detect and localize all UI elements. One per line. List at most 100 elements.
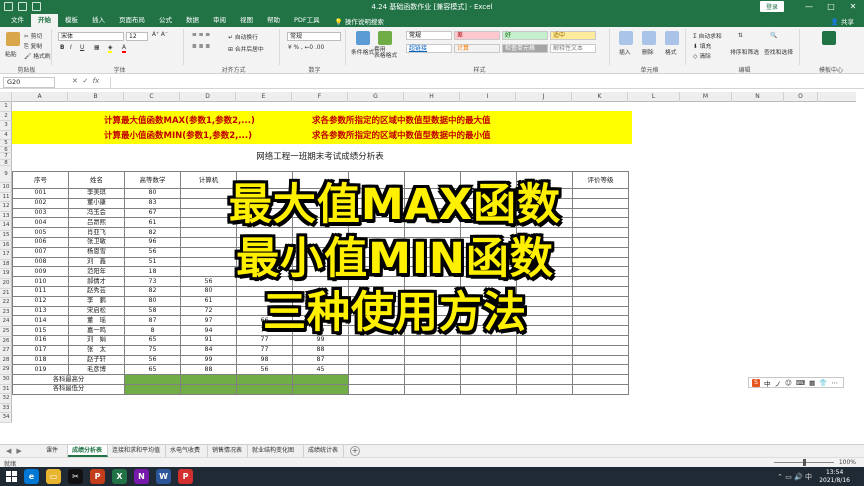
row-header-17[interactable]: 17 (0, 250, 12, 260)
row-header-29[interactable]: 29 (0, 365, 12, 375)
tab-page-layout[interactable]: 页面布局 (112, 14, 152, 27)
table-cell[interactable]: 8 (124, 325, 181, 336)
table-cell[interactable]: 80 (124, 188, 181, 199)
pdf-app-icon[interactable]: P (178, 469, 193, 484)
tab-formulas[interactable]: 公式 (152, 14, 179, 27)
select-all-corner[interactable] (0, 92, 12, 102)
table-cell[interactable]: 毛彦博 (68, 364, 125, 376)
table-cell[interactable]: 45 (292, 364, 349, 376)
table-cell[interactable]: 77 (236, 344, 293, 356)
cancel-icon[interactable]: ✕ (72, 77, 78, 85)
format-as-table-button[interactable]: 套用 表格格式 (374, 47, 397, 59)
table-cell[interactable] (516, 364, 573, 376)
table-cell[interactable]: 杨恩雪 (68, 246, 125, 258)
wrap-text-button[interactable]: ↵ 自动换行 (228, 32, 258, 41)
summary-cell[interactable] (292, 374, 349, 385)
ime-emoji-icon[interactable]: ☺ (785, 379, 792, 387)
header-cell-2[interactable]: 姓名 (68, 171, 125, 189)
table-cell[interactable]: 董 瑶 (68, 315, 125, 327)
table-cell[interactable]: 017 (12, 344, 69, 356)
row-header-3[interactable]: 3 (0, 121, 12, 131)
row-header-10[interactable]: 10 (0, 183, 12, 193)
login-button[interactable]: 登录 (759, 1, 784, 12)
tab-template[interactable]: 模板 (58, 14, 85, 27)
add-sheet-button[interactable]: + (350, 446, 360, 456)
summary-cell[interactable] (236, 383, 293, 395)
sheet-tab-3[interactable]: 连接和求和平均值 (108, 445, 166, 457)
table-cell[interactable]: 张卫敏 (68, 236, 125, 248)
summary-label-2[interactable]: 各科最低分 (12, 383, 125, 395)
table-cell[interactable]: 003 (12, 207, 69, 219)
template-center-icon[interactable] (822, 31, 836, 45)
format-cells-button[interactable]: 格式 (665, 47, 677, 56)
tab-home[interactable]: 开始 (31, 14, 58, 27)
sheet-tab-6[interactable]: 就业结构变化图 (248, 445, 304, 457)
table-cell[interactable] (404, 364, 461, 376)
copy-button[interactable]: ⎘ 复制 (24, 41, 42, 51)
conditional-format-icon[interactable] (356, 31, 370, 45)
summary-cell[interactable] (460, 383, 517, 395)
summary-cell[interactable] (516, 374, 573, 385)
table-cell[interactable]: 005 (12, 227, 69, 238)
summary-cell[interactable] (516, 383, 573, 395)
row-header-18[interactable]: 18 (0, 260, 12, 270)
table-cell[interactable]: 98 (236, 354, 293, 366)
system-tray-icons[interactable]: ⌃ ▭ 🔊 中 (777, 472, 812, 482)
summary-cell[interactable] (236, 374, 293, 385)
table-cell[interactable]: 82 (124, 285, 181, 297)
table-cell[interactable]: 郝倩才 (68, 276, 125, 287)
ime-keyboard-icon[interactable]: ⌨ (796, 379, 805, 387)
instruction-banner[interactable]: 计算最大值函数MAX(参数1,参数2,...) 求各参数所指定的区域中数值型数据… (12, 111, 632, 144)
row-header-2[interactable]: 2 (0, 112, 12, 122)
table-cell[interactable]: 007 (12, 246, 69, 258)
table-cell[interactable]: 014 (12, 315, 69, 327)
windows-start-icon[interactable] (6, 471, 17, 482)
column-header-i[interactable]: I (460, 92, 516, 102)
table-cell[interactable]: 18 (124, 266, 181, 278)
row-header-20[interactable]: 20 (0, 279, 12, 289)
summary-cell[interactable] (180, 374, 237, 385)
number-format-combo[interactable]: 常规 (287, 32, 341, 41)
table-cell[interactable]: 56 (236, 364, 293, 376)
table-cell[interactable] (348, 344, 405, 356)
table-cell[interactable]: 67 (124, 207, 181, 219)
table-cell[interactable] (348, 354, 405, 366)
tab-insert[interactable]: 插入 (85, 14, 112, 27)
table-cell[interactable]: 006 (12, 236, 69, 248)
font-name-combo[interactable]: 宋体 (58, 32, 124, 41)
find-select-button[interactable]: 查找和选择 (764, 47, 793, 56)
summary-label-1[interactable]: 各科最高分 (12, 374, 125, 385)
fill-button[interactable]: ⬇ 填充 (693, 41, 711, 50)
format-cells-icon[interactable] (665, 31, 679, 45)
powerpoint-app-icon[interactable]: P (90, 469, 105, 484)
row-header-27[interactable]: 27 (0, 346, 12, 356)
table-cell[interactable]: 99 (180, 354, 237, 366)
close-button[interactable]: ✕ (842, 0, 864, 14)
table-cell[interactable]: 赵子轩 (68, 354, 125, 366)
row-header-9[interactable]: 9 (0, 166, 12, 183)
table-cell[interactable]: 冯玉会 (68, 207, 125, 219)
table-cell[interactable]: 董小康 (68, 197, 125, 209)
bold-button[interactable]: B (60, 45, 64, 51)
row-header-11[interactable]: 11 (0, 193, 12, 203)
font-size-combo[interactable]: 12 (126, 32, 148, 41)
table-cell[interactable] (572, 354, 629, 366)
table-cell[interactable]: 李 鹏 (68, 295, 125, 307)
column-header-o[interactable]: O (784, 92, 818, 102)
paste-icon[interactable] (6, 32, 20, 46)
zoom-slider-knob[interactable] (803, 459, 806, 466)
table-cell[interactable]: 73 (124, 276, 181, 287)
table-cell[interactable]: 015 (12, 325, 69, 336)
ime-punctuation-icon[interactable]: ノ (775, 378, 782, 388)
table-cell[interactable]: 010 (12, 276, 69, 287)
table-cell[interactable]: 012 (12, 295, 69, 307)
summary-cell[interactable] (572, 383, 629, 395)
sheet-tab-7[interactable]: 成绩统计表 (304, 445, 344, 457)
summary-cell[interactable] (124, 383, 181, 395)
format-painter-button[interactable]: 🖌 格式刷 (24, 51, 51, 60)
row-header-15[interactable]: 15 (0, 231, 12, 241)
name-box[interactable]: G20 (3, 77, 55, 88)
column-header-b[interactable]: B (68, 92, 124, 102)
column-header-l[interactable]: L (628, 92, 680, 102)
summary-cell[interactable] (180, 383, 237, 395)
